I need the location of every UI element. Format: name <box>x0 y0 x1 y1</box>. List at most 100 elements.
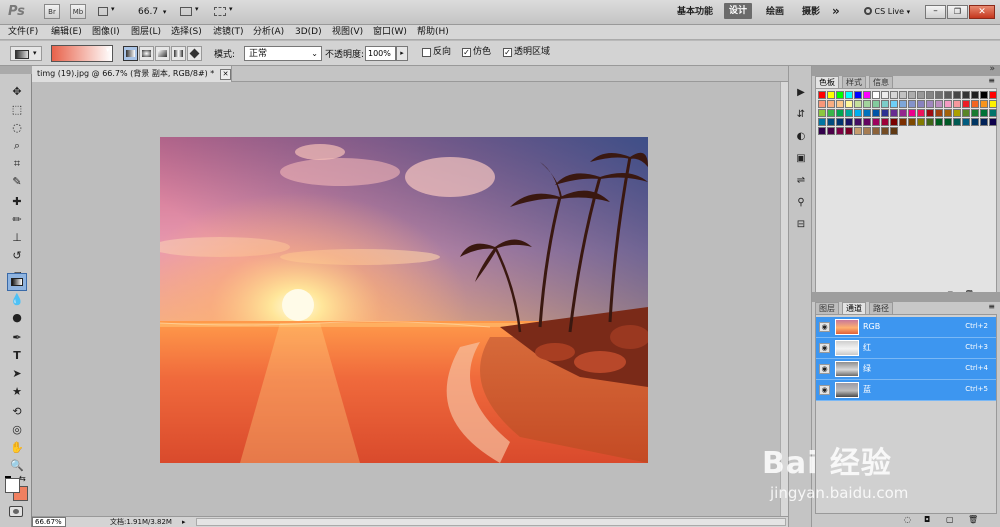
pen-tool-icon[interactable]: ✒ <box>9 330 25 346</box>
panel-menu-icon[interactable]: ≡ <box>988 76 995 85</box>
color-swatch[interactable] <box>818 100 826 108</box>
color-swatch[interactable] <box>989 100 997 108</box>
path-selection-tool-icon[interactable]: ➤ <box>9 366 25 382</box>
color-swatch[interactable] <box>899 109 907 117</box>
zoom-level-dropdown[interactable]: 66.7 ▾ <box>138 5 166 19</box>
gradient-editor-preview[interactable] <box>51 45 113 62</box>
channel-row-red[interactable]: ◉ 红 Ctrl+3 <box>816 338 996 359</box>
history-brush-tool-icon[interactable]: ↺ <box>9 248 25 264</box>
color-swatch[interactable] <box>836 118 844 126</box>
color-swatch[interactable] <box>890 127 898 135</box>
color-swatch[interactable] <box>962 100 970 108</box>
menu-select[interactable]: 选择(S) <box>171 26 202 39</box>
tab-swatches[interactable]: 色板 <box>815 76 839 88</box>
color-swatch[interactable] <box>890 91 898 99</box>
dodge-tool-icon[interactable]: ● <box>9 310 25 326</box>
quick-mask-icon[interactable] <box>9 506 23 517</box>
color-swatch[interactable] <box>953 109 961 117</box>
mini-bridge-button[interactable]: Mb <box>70 4 86 19</box>
visibility-eye-icon[interactable]: ◉ <box>819 385 830 395</box>
color-swatch[interactable] <box>935 109 943 117</box>
menu-analysis[interactable]: 分析(A) <box>253 26 284 39</box>
color-swatch[interactable] <box>980 91 988 99</box>
color-swatch[interactable] <box>845 109 853 117</box>
color-swatch[interactable] <box>944 100 952 108</box>
color-swatch[interactable] <box>836 109 844 117</box>
color-swatch[interactable] <box>980 100 988 108</box>
color-swatch[interactable] <box>827 91 835 99</box>
chevron-right-icon[interactable]: ▸ <box>182 517 190 527</box>
diamond-gradient-button[interactable] <box>187 46 202 61</box>
color-swatch[interactable] <box>962 118 970 126</box>
arrange-documents-dropdown[interactable]: ▾ <box>180 5 202 18</box>
tools-panel-header[interactable] <box>0 66 32 74</box>
color-swatch[interactable] <box>944 109 952 117</box>
color-swatch[interactable] <box>989 118 997 126</box>
color-swatch[interactable] <box>962 109 970 117</box>
restore-button[interactable]: ❐ <box>947 5 968 19</box>
linear-gradient-button[interactable] <box>123 46 138 61</box>
color-swatch[interactable] <box>872 118 880 126</box>
color-swatch[interactable] <box>827 118 835 126</box>
color-swatch[interactable] <box>845 127 853 135</box>
tab-info[interactable]: 信息 <box>869 76 893 88</box>
clone-source-icon[interactable]: ⊟ <box>794 218 808 232</box>
color-swatch[interactable] <box>899 91 907 99</box>
history-icon[interactable]: ⇵ <box>794 108 808 122</box>
workspace-design[interactable]: 设计 <box>724 3 753 19</box>
eyedropper-tool-icon[interactable]: ✎ <box>9 174 25 190</box>
extras-dropdown[interactable]: ▾ <box>98 5 118 18</box>
color-swatch[interactable] <box>953 100 961 108</box>
visibility-eye-icon[interactable]: ◉ <box>819 343 830 353</box>
color-swatch[interactable] <box>872 127 880 135</box>
color-swatch[interactable] <box>890 100 898 108</box>
minimize-button[interactable]: – <box>925 5 946 19</box>
marquee-tool-icon[interactable]: ⬚ <box>9 102 25 118</box>
channel-row-rgb[interactable]: ◉ RGB Ctrl+2 <box>816 317 996 338</box>
color-swatch[interactable] <box>908 91 916 99</box>
hand-tool-icon[interactable]: ✋ <box>9 440 25 456</box>
tool-preset-picker[interactable]: ▾ <box>10 46 42 61</box>
tab-channels[interactable]: 通道 <box>842 302 866 314</box>
color-swatch[interactable] <box>818 91 826 99</box>
color-swatch[interactable] <box>971 91 979 99</box>
save-selection-icon[interactable]: ◘ <box>924 515 930 524</box>
color-swatch[interactable] <box>917 91 925 99</box>
color-swatch[interactable] <box>881 118 889 126</box>
color-swatch[interactable] <box>872 91 880 99</box>
color-swatch[interactable] <box>926 100 934 108</box>
close-document-icon[interactable]: ✕ <box>220 69 231 80</box>
color-swatch[interactable] <box>944 91 952 99</box>
color-swatch[interactable] <box>854 91 862 99</box>
workspace-photography[interactable]: 摄影 <box>802 5 820 19</box>
color-swatch[interactable] <box>962 91 970 99</box>
color-swatch[interactable] <box>899 118 907 126</box>
color-swatch[interactable] <box>917 100 925 108</box>
foreground-color-swatch[interactable] <box>5 478 20 493</box>
navigator-icon[interactable]: ◐ <box>794 130 808 144</box>
menu-help[interactable]: 帮助(H) <box>417 26 449 39</box>
color-swatch[interactable] <box>854 100 862 108</box>
color-swatch[interactable] <box>881 127 889 135</box>
workspace-painting[interactable]: 绘画 <box>766 5 784 19</box>
color-swatch[interactable] <box>971 118 979 126</box>
color-swatch[interactable] <box>872 100 880 108</box>
move-tool-icon[interactable]: ✥ <box>9 84 25 100</box>
transparency-checkbox[interactable]: ✓ <box>503 48 512 57</box>
color-swatch[interactable] <box>863 127 871 135</box>
color-swatch[interactable] <box>890 118 898 126</box>
visibility-eye-icon[interactable]: ◉ <box>819 364 830 374</box>
color-swatch[interactable] <box>863 118 871 126</box>
reverse-checkbox[interactable] <box>422 48 431 57</box>
menu-edit[interactable]: 编辑(E) <box>51 26 82 39</box>
angle-gradient-button[interactable] <box>155 46 170 61</box>
color-swatch[interactable] <box>899 100 907 108</box>
color-swatch[interactable] <box>818 127 826 135</box>
menu-layer[interactable]: 图层(L) <box>131 26 161 39</box>
menu-view[interactable]: 视图(V) <box>332 26 363 39</box>
bridge-button[interactable]: Br <box>44 4 60 19</box>
color-swatch[interactable] <box>971 109 979 117</box>
play-icon[interactable]: ▶ <box>794 86 808 100</box>
document-tab[interactable]: timg (19).jpg @ 66.7% (背景 副本, RGB/8#) * … <box>32 66 232 82</box>
color-swatch[interactable] <box>818 109 826 117</box>
